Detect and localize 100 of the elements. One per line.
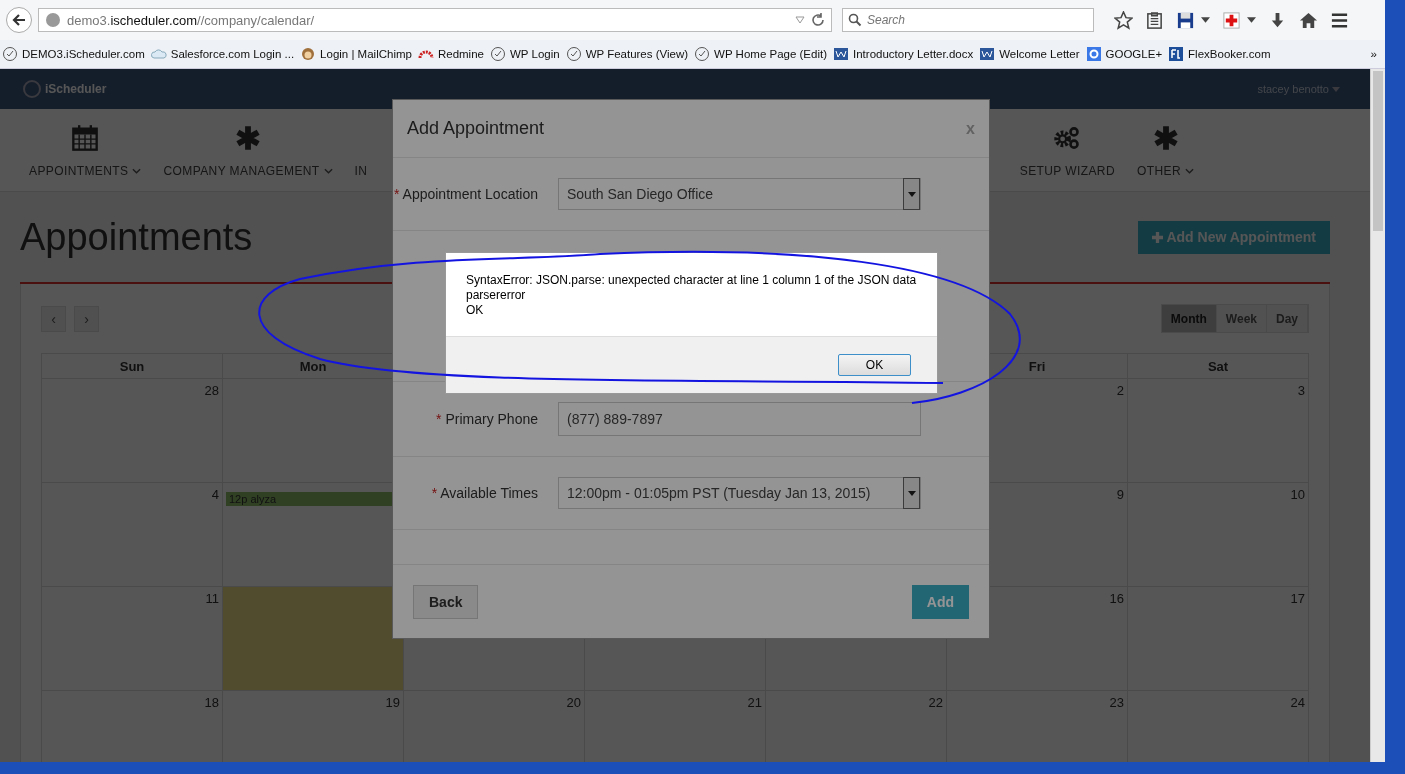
weekday-header: Fri: [1028, 358, 1046, 374]
bookmark-item[interactable]: Welcome Letter: [979, 46, 1080, 62]
nav-item[interactable]: APPOINTMENTS: [18, 109, 153, 191]
day-cell[interactable]: 21: [585, 691, 766, 762]
day-number: 21: [747, 695, 762, 710]
day-number: 23: [1109, 695, 1124, 710]
day-cell[interactable]: 20: [404, 691, 585, 762]
day-number: 17: [1290, 591, 1305, 606]
day-number: 3: [1297, 383, 1305, 398]
nav-label: IN: [354, 164, 368, 178]
day-number: 19: [385, 695, 400, 710]
back-button[interactable]: [6, 7, 32, 33]
home-icon[interactable]: [1299, 10, 1318, 30]
nav-label: SETUP WIZARD: [1019, 164, 1115, 178]
dropdown-button[interactable]: [903, 477, 920, 509]
bookmarks-overflow-button[interactable]: »: [1370, 48, 1377, 60]
field-label: Available Times: [440, 485, 538, 501]
select-field[interactable]: South San Diego Office: [558, 178, 921, 210]
gears-icon: [1053, 124, 1082, 152]
weekday-header: Sat: [1207, 358, 1229, 374]
ok-button[interactable]: OK: [838, 354, 911, 376]
nav-item[interactable]: OTHER: [1126, 109, 1205, 191]
document-icon: [979, 46, 996, 62]
dialog-title: Add Appointment: [407, 118, 545, 139]
field-label: Primary Phone: [445, 411, 538, 427]
alert-message: SyntaxError: JSON.parse: unexpected character at line 1 column 1 of the JSON data: [466, 273, 917, 288]
url-text: demo3.ischeduler.com//company/calendar/: [67, 12, 316, 28]
day-number: 18: [204, 695, 219, 710]
nav-item[interactable]: COMPANY MANAGEMENT: [152, 109, 344, 191]
weekday-header: Sun: [119, 358, 145, 374]
back-arrow-icon: [12, 13, 26, 27]
day-number: 22: [928, 695, 943, 710]
bookmark-item[interactable]: Redmine: [417, 46, 484, 62]
day-number: 28: [204, 383, 219, 398]
required-mark: *: [431, 485, 438, 501]
day-cell[interactable]: 22: [766, 691, 947, 762]
day-cell[interactable]: 4: [42, 483, 223, 587]
page-title: Appointments: [20, 215, 253, 259]
day-number: 20: [566, 695, 581, 710]
day-cell[interactable]: 24: [1128, 691, 1309, 762]
text-field[interactable]: (877) 889-7897: [558, 402, 921, 436]
day-cell[interactable]: [223, 587, 404, 691]
asterisk-icon: [1151, 124, 1180, 152]
bookmark-item[interactable]: Login | MailChimp: [300, 46, 412, 62]
next-button[interactable]: ›: [74, 305, 99, 332]
nav-label: OTHER: [1137, 164, 1181, 178]
select-field[interactable]: 12:00pm - 01:05pm PST (Tuesday Jan 13, 2015): [558, 477, 921, 509]
alert-message: parsererror: [466, 288, 527, 303]
caret-icon: [1332, 86, 1340, 92]
plus-icon: [1152, 231, 1164, 243]
day-number: 10: [1290, 487, 1305, 502]
address-bar[interactable]: demo3.ischeduler.com//company/calendar/: [38, 8, 832, 32]
reload-icon[interactable]: [811, 13, 825, 27]
bookmark-item[interactable]: WP Login: [489, 46, 560, 62]
day-number: 9: [1116, 487, 1124, 502]
bookmark-item[interactable]: Salesforce.com Login ...: [150, 46, 295, 62]
monkey-icon: [300, 46, 317, 62]
back-button[interactable]: Back: [413, 584, 479, 619]
day-cell[interactable]: 10: [1128, 483, 1309, 587]
required-mark: *: [394, 186, 400, 202]
day-cell[interactable]: 19: [223, 691, 404, 762]
star-icon[interactable]: [1114, 10, 1133, 30]
day-number: 11: [205, 591, 219, 606]
search-field[interactable]: Search: [842, 8, 1094, 32]
scrollbar[interactable]: [1370, 69, 1385, 762]
app-logo[interactable]: iScheduler: [22, 79, 107, 99]
add-new-appointment-button[interactable]: Add New Appointment: [1138, 220, 1330, 254]
day-cell[interactable]: 28: [42, 379, 223, 483]
weekday-header: Mon: [299, 358, 327, 374]
nav-label: COMPANY MANAGEMENT: [163, 164, 320, 178]
field-label: Appointment Location: [402, 186, 538, 202]
caret-icon[interactable]: [1201, 17, 1210, 23]
day-cell[interactable]: 17: [1128, 587, 1309, 691]
nav-item[interactable]: SETUP WIZARD: [1008, 109, 1126, 191]
day-cell[interactable]: 3: [1128, 379, 1309, 483]
add-button[interactable]: Add: [911, 584, 969, 619]
bookmark-item[interactable]: DEMO3.iScheduler.com: [2, 46, 145, 62]
bookmark-item[interactable]: FlexBooker.com: [1168, 46, 1271, 62]
calendar-icon: [71, 124, 100, 152]
dropdown-button[interactable]: [903, 178, 920, 210]
day-number: 16: [1109, 591, 1124, 606]
first-aid-icon[interactable]: [1222, 10, 1241, 30]
bookmark-item[interactable]: WP Features (View): [565, 46, 689, 62]
caret-icon[interactable]: [1247, 17, 1256, 23]
previous-button[interactable]: ‹: [41, 305, 66, 332]
bookmark-item[interactable]: WP Home Page (Edit): [694, 46, 827, 62]
nav-item[interactable]: IN: [343, 109, 379, 191]
bookmark-item[interactable]: GOOGLE+: [1085, 46, 1163, 62]
day-cell[interactable]: 18: [42, 691, 223, 762]
bookmark-item[interactable]: Introductory Letter.docx: [833, 46, 974, 62]
clipboard-icon[interactable]: [1145, 10, 1164, 30]
day-number: 2: [1116, 383, 1124, 398]
g-letter-icon: [1085, 46, 1102, 62]
logo-text: iScheduler: [45, 82, 107, 96]
required-mark: *: [436, 411, 442, 427]
document-icon: [833, 46, 849, 62]
day-cell[interactable]: 23: [947, 691, 1128, 762]
alert-message: OK: [466, 303, 485, 318]
cloud-icon: [150, 46, 167, 62]
nav-label: APPOINTMENTS: [29, 164, 129, 178]
